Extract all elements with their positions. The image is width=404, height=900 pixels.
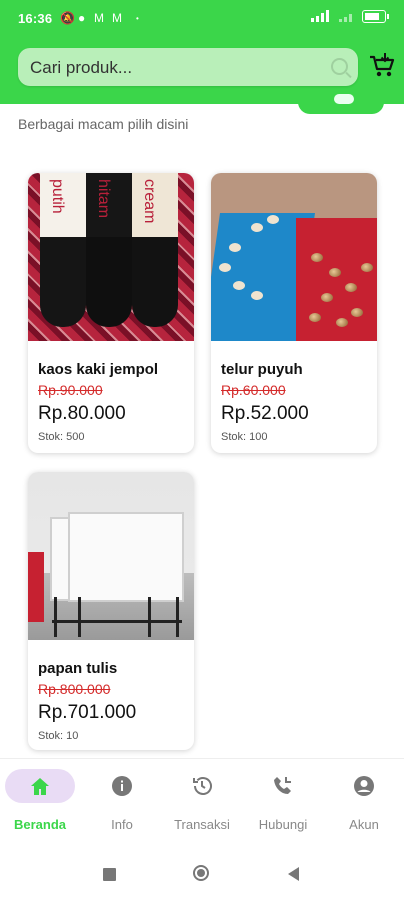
app-header: 16:36 🔕 ● M M •	[0, 0, 404, 104]
recent-apps-icon[interactable]	[103, 868, 116, 881]
nav-label: Info	[111, 817, 133, 832]
nav-label: Akun	[349, 817, 379, 832]
product-stock: Stok: 100	[221, 431, 268, 443]
section-subtitle: Berbagai macam pilih disini	[18, 116, 189, 132]
product-image	[211, 173, 377, 341]
product-card[interactable]: telur puyuh Rp.60.000 Rp.52.000 Stok: 10…	[211, 173, 377, 453]
product-price: Rp.52.000	[221, 403, 309, 424]
nav-item-info[interactable]: Info	[82, 769, 162, 832]
nav-label: Hubungi	[258, 817, 308, 832]
section-toggle[interactable]	[298, 90, 384, 114]
gmail-icon: M	[94, 11, 104, 25]
product-old-price: Rp.60.000	[221, 382, 286, 398]
nav-item-transaksi[interactable]: Transaksi	[162, 769, 242, 832]
sock-label: putih	[49, 179, 66, 214]
search-input[interactable]	[28, 52, 322, 84]
bottom-navigation: Beranda Info Transaksi Hubungi Akun	[0, 758, 404, 849]
search-icon[interactable]	[331, 58, 348, 75]
home-icon	[31, 778, 49, 795]
whatsapp-icon: ●	[78, 11, 86, 25]
search-bar[interactable]	[18, 48, 358, 86]
dot-icon: •	[136, 14, 139, 23]
back-icon[interactable]	[286, 866, 300, 882]
signal-icon	[339, 14, 352, 22]
product-stock: Stok: 500	[38, 431, 85, 443]
product-image	[28, 472, 194, 640]
battery-icon	[362, 10, 389, 23]
phone-icon	[274, 777, 291, 794]
mute-icon: 🔕	[60, 11, 75, 25]
nav-label: Transaksi	[174, 817, 230, 832]
account-icon	[354, 776, 374, 796]
sock-label: hitam	[95, 179, 112, 219]
product-card[interactable]: papan tulis Rp.800.000 Rp.701.000 Stok: …	[28, 472, 194, 750]
product-name: papan tulis	[38, 660, 118, 677]
sock-label: cream	[141, 179, 158, 224]
product-stock: Stok: 10	[38, 730, 79, 742]
history-icon	[193, 777, 212, 795]
nav-label: Beranda	[13, 817, 67, 832]
signal-icon	[311, 10, 329, 22]
home-button-icon[interactable]	[193, 865, 209, 881]
info-icon	[112, 776, 132, 796]
status-time: 16:36	[18, 11, 53, 26]
product-old-price: Rp.800.000	[38, 681, 111, 697]
gmail-icon: M	[112, 11, 122, 25]
product-name: telur puyuh	[221, 361, 303, 378]
nav-item-beranda[interactable]: Beranda	[0, 769, 80, 832]
product-price: Rp.80.000	[38, 403, 126, 424]
system-navigation-bar	[0, 848, 404, 900]
product-old-price: Rp.90.000	[38, 382, 103, 398]
product-name: kaos kaki jempol	[38, 361, 159, 378]
status-bar: 16:36 🔕 ● M M •	[0, 0, 404, 38]
product-image: putih hitam cream	[28, 173, 194, 341]
nav-item-akun[interactable]: Akun	[324, 769, 404, 832]
product-price: Rp.701.000	[38, 702, 137, 723]
cart-icon[interactable]	[368, 52, 396, 80]
product-card[interactable]: putih hitam cream kaos kaki jempol Rp.90…	[28, 173, 194, 453]
nav-item-hubungi[interactable]: Hubungi	[243, 769, 323, 832]
